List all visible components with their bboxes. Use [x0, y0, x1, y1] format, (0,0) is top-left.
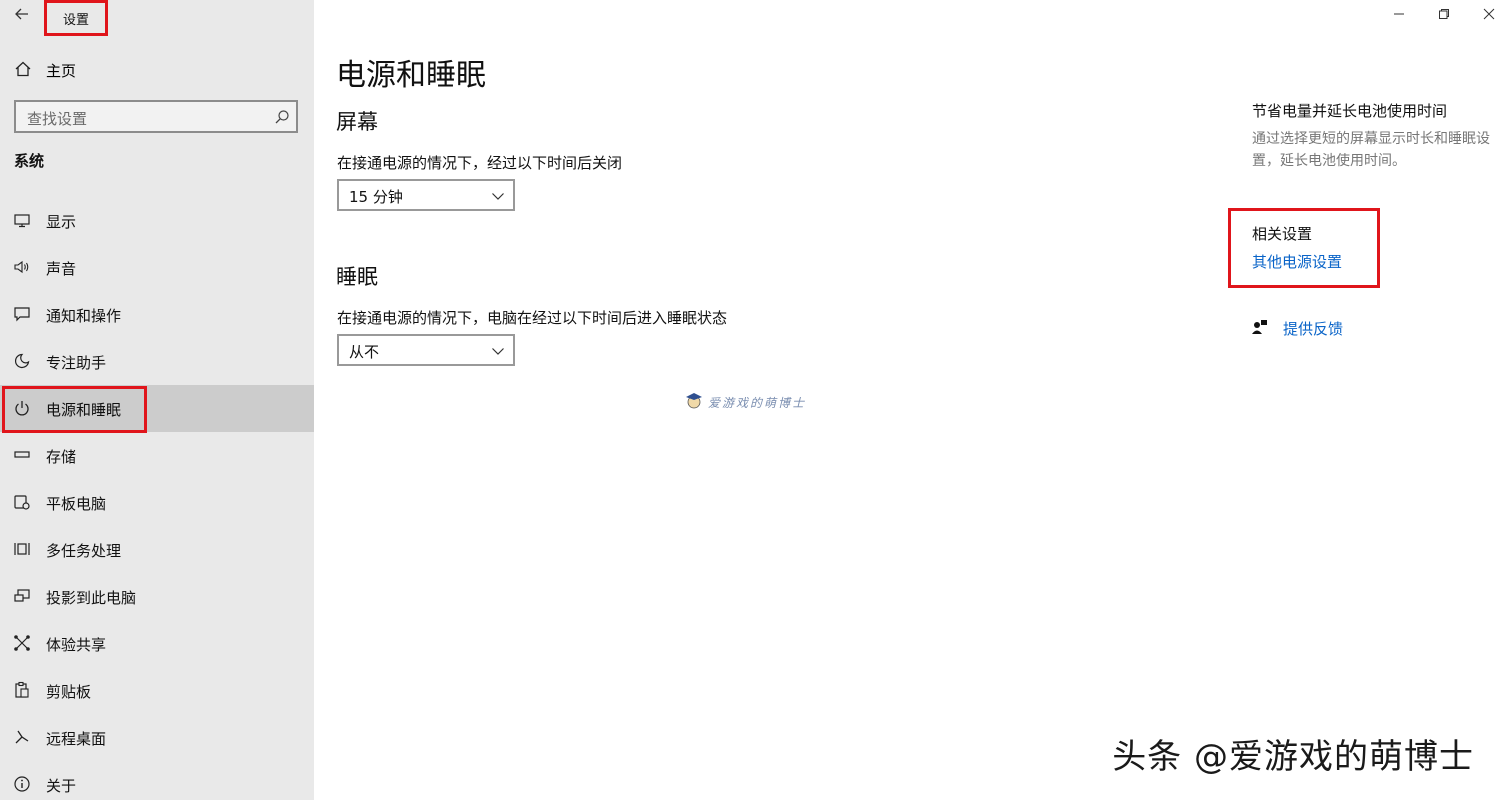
speaker-icon — [13, 258, 31, 276]
brand-watermark: 头条 @爱游戏的萌博士 — [1112, 737, 1474, 777]
sidebar-item-label: 投影到此电脑 — [46, 589, 137, 607]
sidebar-item-home[interactable]: 主页 — [0, 52, 314, 88]
section-heading: 系统 — [14, 152, 45, 170]
sidebar-item-sound[interactable]: 声音 — [0, 244, 314, 291]
clipboard-icon — [13, 681, 31, 699]
sidebar-item-label: 通知和操作 — [46, 307, 122, 325]
sidebar-item-notifications[interactable]: 通知和操作 — [0, 291, 314, 338]
display-icon — [13, 211, 31, 229]
tip-description: 通过选择更短的屏幕显示时长和睡眠设置，延长电池使用时间。 — [1252, 131, 1490, 169]
dropdown-value: 从不 — [349, 343, 380, 361]
back-arrow-icon[interactable] — [10, 4, 34, 24]
sidebar-item-focus-assist[interactable]: 专注助手 — [0, 338, 314, 385]
multitask-icon — [13, 540, 31, 558]
additional-power-settings-link[interactable]: 其他电源设置 — [1252, 251, 1342, 272]
close-icon[interactable] — [1466, 0, 1500, 28]
watermark: 爱游戏的萌博士 — [684, 390, 806, 414]
sidebar: 设置 主页 查找设置 系统 显示 声音 通知和操作 专注助手 电源和睡眠 存储 … — [0, 0, 314, 800]
related-settings-heading: 相关设置 — [1252, 225, 1313, 243]
tip-title: 节省电量并延长电池使用时间 — [1252, 102, 1448, 120]
storage-icon — [13, 446, 31, 464]
moon-icon — [13, 352, 31, 370]
screen-description: 在接通电源的情况下，经过以下时间后关闭 — [337, 154, 623, 172]
sidebar-item-storage[interactable]: 存储 — [0, 432, 314, 479]
sidebar-item-remote-desktop[interactable]: 远程桌面 — [0, 714, 314, 761]
main-content: 电源和睡眠 屏幕 在接通电源的情况下，经过以下时间后关闭 15 分钟 睡眠 在接… — [314, 0, 1500, 800]
mascot-icon — [684, 390, 704, 414]
sidebar-item-label: 远程桌面 — [46, 730, 107, 748]
highlight-box — [1228, 208, 1380, 288]
sidebar-item-label: 显示 — [46, 213, 77, 231]
chevron-down-icon — [491, 188, 505, 202]
restore-icon[interactable] — [1421, 0, 1467, 28]
sidebar-item-clipboard[interactable]: 剪贴板 — [0, 667, 314, 714]
sidebar-item-label: 声音 — [46, 260, 77, 278]
feedback-label: 提供反馈 — [1283, 320, 1344, 338]
sidebar-item-label: 平板电脑 — [46, 495, 107, 513]
screen-timeout-dropdown[interactable]: 15 分钟 — [337, 179, 515, 211]
sidebar-item-tablet[interactable]: 平板电脑 — [0, 479, 314, 526]
feedback-icon — [1252, 319, 1268, 335]
info-icon — [13, 775, 31, 793]
watermark-text: 爱游戏的萌博士 — [708, 395, 807, 410]
notification-icon — [13, 305, 31, 323]
sidebar-item-about[interactable]: 关于 — [0, 761, 314, 800]
dropdown-value: 15 分钟 — [349, 188, 403, 206]
sidebar-item-label: 体验共享 — [46, 636, 107, 654]
sidebar-nav: 显示 声音 通知和操作 专注助手 电源和睡眠 存储 平板电脑 多任务处理 投影到… — [0, 197, 314, 800]
home-icon — [14, 60, 32, 78]
sleep-description: 在接通电源的情况下，电脑在经过以下时间后进入睡眠状态 — [337, 309, 728, 327]
screen-heading: 屏幕 — [336, 110, 378, 134]
app-title: 设置 — [44, 0, 108, 36]
sidebar-item-label: 主页 — [46, 62, 77, 80]
sleep-heading: 睡眠 — [336, 265, 378, 289]
sidebar-item-project[interactable]: 投影到此电脑 — [0, 573, 314, 620]
sidebar-item-label: 多任务处理 — [46, 542, 122, 560]
sidebar-item-label: 电源和睡眠 — [46, 401, 122, 419]
sidebar-item-shared-experiences[interactable]: 体验共享 — [0, 620, 314, 667]
sidebar-item-display[interactable]: 显示 — [0, 197, 314, 244]
power-icon — [13, 399, 31, 417]
project-icon — [13, 587, 31, 605]
minimize-icon[interactable] — [1376, 0, 1422, 28]
page-title: 电源和睡眠 — [336, 58, 486, 93]
tablet-icon — [13, 493, 31, 511]
search-input[interactable]: 查找设置 — [14, 100, 298, 133]
chevron-down-icon — [491, 343, 505, 357]
sidebar-item-power-sleep[interactable]: 电源和睡眠 — [0, 385, 314, 432]
remote-icon — [13, 728, 31, 746]
sidebar-item-label: 关于 — [46, 777, 77, 795]
share-icon — [13, 634, 31, 652]
search-placeholder: 查找设置 — [27, 110, 88, 128]
search-icon — [274, 109, 290, 125]
sleep-timeout-dropdown[interactable]: 从不 — [337, 334, 515, 366]
sidebar-item-label: 存储 — [46, 448, 77, 466]
sidebar-item-label: 专注助手 — [46, 354, 107, 372]
sidebar-item-label: 剪贴板 — [46, 683, 92, 701]
sidebar-item-multitasking[interactable]: 多任务处理 — [0, 526, 314, 573]
